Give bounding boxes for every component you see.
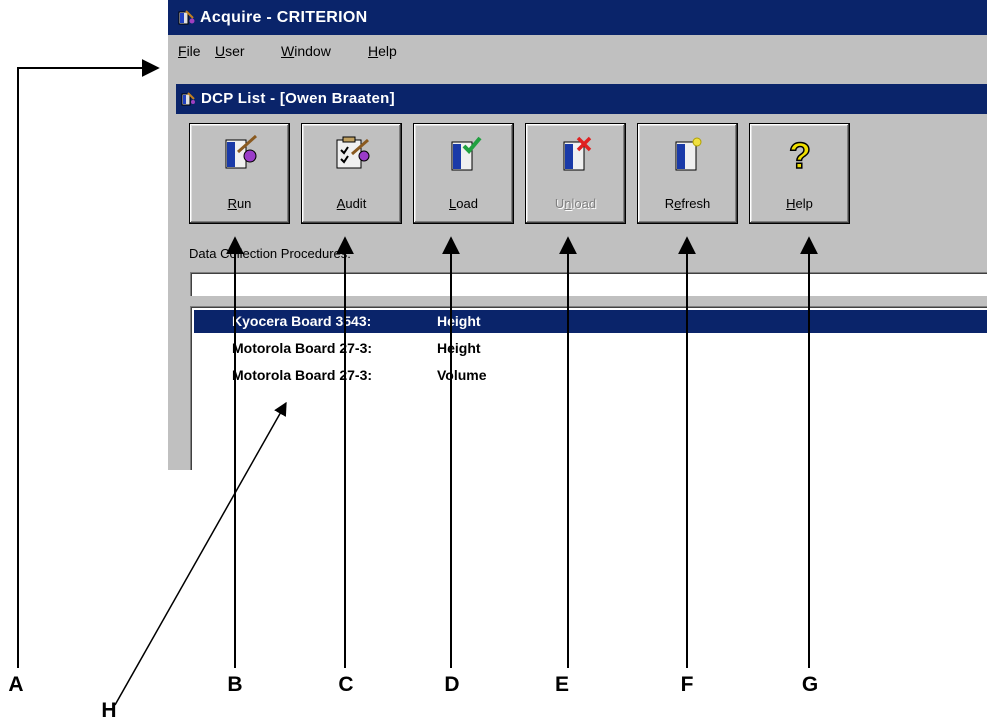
procedure-name: Kyocera Board 3543:: [232, 313, 372, 329]
refresh-icon: [675, 137, 702, 171]
app-title: Acquire - CRITERION: [200, 9, 368, 26]
help-button-label: Help: [786, 196, 813, 211]
procedures-listbox[interactable]: Kyocera Board 3543: Height Motorola Boar…: [190, 306, 987, 470]
callout-label-b: B: [227, 673, 243, 696]
run-button-label: Run: [227, 196, 252, 211]
callout-label-g: G: [801, 673, 819, 696]
menu-bar: File User Window Help: [168, 37, 987, 65]
load-button[interactable]: Load: [413, 123, 514, 224]
callout-label-f: F: [680, 673, 694, 696]
refresh-button[interactable]: Refresh: [637, 123, 738, 224]
audit-button[interactable]: Audit: [301, 123, 402, 224]
dcp-list-title: DCP List - [Owen Braaten]: [201, 90, 395, 107]
unload-icon: [563, 136, 592, 171]
svg-text:?: ?: [789, 135, 811, 174]
procedure-list-item[interactable]: Motorola Board 27-3: Volume: [194, 364, 987, 387]
procedure-filter-input[interactable]: [190, 272, 987, 296]
run-icon: [225, 134, 257, 169]
app-title-bar[interactable]: Acquire - CRITERION: [168, 0, 987, 35]
load-button-label: Load: [449, 196, 478, 211]
unload-button-label: Unload: [554, 196, 597, 211]
procedure-name: Motorola Board 27-3:: [232, 367, 373, 383]
procedure-list-item[interactable]: Motorola Board 27-3: Height: [194, 337, 987, 360]
dcp-list-window: DCP List - [Owen Braaten] Run Audit Load…: [176, 84, 987, 470]
callout-arrow-a: [17, 59, 160, 668]
help-question-icon: ?: [788, 134, 812, 174]
callout-label-c: C: [338, 673, 354, 696]
menu-help[interactable]: Help: [368, 37, 397, 65]
help-button[interactable]: ? Help: [749, 123, 850, 224]
unload-button[interactable]: Unload: [525, 123, 626, 224]
refresh-button-label: Refresh: [664, 196, 711, 211]
acquire-app-window: Acquire - CRITERION File User Window Hel…: [168, 0, 987, 470]
audit-button-label: Audit: [336, 196, 367, 211]
dcp-list-title-bar[interactable]: DCP List - [Owen Braaten]: [176, 84, 987, 114]
callout-label-h: H: [101, 699, 117, 722]
dcp-window-icon: [181, 92, 195, 106]
menu-user[interactable]: User: [215, 37, 245, 65]
menu-file[interactable]: File: [178, 37, 201, 65]
app-icon: [178, 10, 195, 25]
audit-icon: [336, 136, 370, 169]
load-icon: [451, 136, 482, 171]
callout-label-a: A: [8, 673, 24, 696]
procedure-name: Motorola Board 27-3:: [232, 340, 373, 356]
procedure-measure: Volume: [437, 367, 487, 383]
procedure-list-item[interactable]: Kyocera Board 3543: Height: [194, 310, 987, 333]
run-button[interactable]: Run: [189, 123, 290, 224]
menu-window[interactable]: Window: [281, 37, 331, 65]
procedure-measure: Height: [437, 340, 481, 356]
procedure-measure: Height: [437, 313, 481, 329]
procedures-section-label: Data Collection Procedures:: [189, 246, 351, 261]
callout-label-e: E: [554, 673, 569, 696]
callout-label-d: D: [444, 673, 460, 696]
